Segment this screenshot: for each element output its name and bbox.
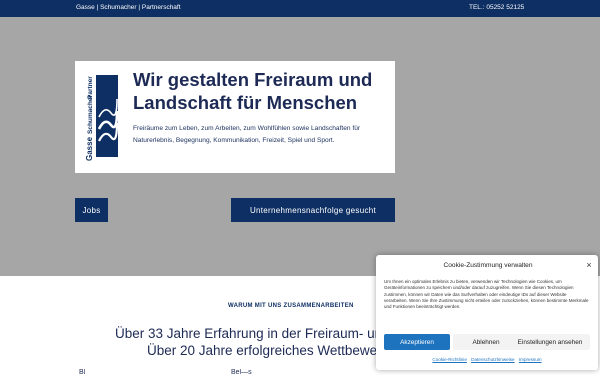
hero-headline-line-2: Landschaft für Menschen	[133, 92, 358, 113]
cookie-dialog-text: Um Ihnen ein optimales Erlebnis zu biete…	[384, 279, 589, 310]
feature-text-partial: Bl	[79, 369, 86, 375]
succession-button[interactable]: Unternehmensnachfolge gesucht	[231, 198, 395, 222]
claim-competitions: Über 20 Jahre erfolgreiches Wettbewerbs	[147, 343, 396, 358]
close-icon[interactable]: ×	[584, 260, 594, 270]
hero-lead-text: Freiräume zum Leben, zum Arbeiten, zum W…	[133, 125, 361, 145]
privacy-link[interactable]: Datenschutzhinweise	[471, 357, 514, 362]
preferences-button[interactable]: Einstellungen ansehen	[510, 334, 590, 350]
top-bar: Gasse | Schumacher | Partnerschaft TEL.:…	[0, 0, 600, 17]
cookie-dialog-title: Cookie-Zustimmung verwalten	[443, 262, 533, 269]
imprint-link[interactable]: Impressum	[519, 357, 542, 362]
logo-word-3: Partner	[87, 76, 94, 99]
feature-text-partial-2: Bel—s	[231, 369, 252, 375]
company-logo[interactable]: Gasse Schumacher Partner	[83, 71, 119, 163]
phone-number[interactable]: TEL.: 05252 52125	[469, 4, 524, 11]
logo-word-1: Gasse	[85, 136, 94, 161]
hero-headline: Wir gestalten Freiraum und Landschaft fü…	[133, 68, 388, 114]
jobs-button[interactable]: Jobs	[75, 198, 108, 222]
company-name: Gasse | Schumacher | Partnerschaft	[76, 4, 181, 11]
logo-word-2: Schumacher	[87, 95, 94, 134]
cookie-links: Cookie-Richtlinie Datenschutzhinweise Im…	[376, 357, 598, 362]
hero-card: Gasse Schumacher Partner Wir gestalten F…	[75, 61, 395, 173]
hero-headline-line-1: Wir gestalten Freiraum und	[133, 69, 373, 90]
cookie-consent-dialog: Cookie-Zustimmung verwalten × Um Ihnen e…	[376, 255, 598, 370]
accept-button[interactable]: Akzeptieren	[384, 334, 450, 350]
why-heading: WARUM MIT UNS ZUSAMMENARBEITEN	[228, 303, 354, 309]
cookie-policy-link[interactable]: Cookie-Richtlinie	[432, 357, 466, 362]
claim-experience: Über 33 Jahre Erfahrung in der Freiraum-…	[115, 326, 401, 341]
